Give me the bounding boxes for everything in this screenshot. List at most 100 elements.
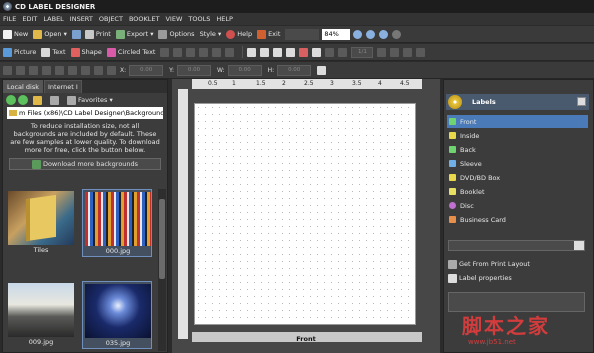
label-item-back[interactable]: Back: [447, 143, 588, 156]
tab-internet[interactable]: Internet I: [44, 80, 82, 93]
label-properties-button[interactable]: Label properties: [448, 272, 512, 284]
zoom-out-icon[interactable]: [366, 29, 376, 39]
zoom-actual-icon[interactable]: [392, 29, 402, 39]
shape-button[interactable]: Shape: [70, 47, 102, 57]
menu-help[interactable]: HELP: [216, 15, 233, 23]
page-indicator[interactable]: 1/1: [351, 46, 374, 58]
forward-icon[interactable]: [18, 95, 28, 105]
thumbnail-tiles[interactable]: Tiles: [6, 189, 76, 257]
copy-icon[interactable]: [173, 47, 183, 57]
redo-icon[interactable]: [416, 47, 426, 57]
align-left-icon[interactable]: [42, 65, 51, 75]
lock-icon[interactable]: [81, 65, 90, 75]
help-button[interactable]: Help: [226, 29, 252, 39]
align-icon[interactable]: [273, 47, 283, 57]
y-input[interactable]: 0.00: [177, 64, 212, 76]
menu-insert[interactable]: INSERT: [70, 15, 93, 23]
save-icon[interactable]: [71, 29, 81, 39]
open-button[interactable]: Open ▾: [33, 29, 67, 39]
cut-icon[interactable]: [160, 47, 170, 57]
menu-booklet[interactable]: BOOKLET: [129, 15, 160, 23]
menu-label[interactable]: LABEL: [43, 15, 63, 23]
zoom-in-icon[interactable]: [353, 29, 363, 39]
menu-edit[interactable]: EDIT: [22, 15, 37, 23]
disc-icon: [449, 202, 456, 209]
align-center-icon[interactable]: [55, 65, 64, 75]
label-item-inside[interactable]: Inside: [447, 129, 588, 142]
bring-front-icon[interactable]: [212, 47, 222, 57]
menu-view[interactable]: VIEW: [165, 15, 182, 23]
x-input[interactable]: 0.00: [129, 64, 164, 76]
preview-icon[interactable]: [312, 47, 322, 57]
booklet-icon: [449, 188, 456, 195]
tab-local-disk[interactable]: Local disk: [3, 80, 43, 93]
get-from-print-layout-button[interactable]: Get From Print Layout: [448, 258, 530, 270]
picture-button[interactable]: Picture: [3, 47, 36, 57]
font-size-input[interactable]: [285, 28, 320, 40]
menu-file[interactable]: FILE: [3, 15, 16, 23]
style-button[interactable]: Style ▾: [200, 30, 222, 38]
inside-icon: [449, 132, 456, 139]
options-button[interactable]: Options: [158, 29, 195, 39]
prev-page-icon[interactable]: [338, 47, 348, 57]
chevron-down-icon: [574, 241, 584, 250]
view-mode-icon[interactable]: [50, 95, 59, 105]
undo-icon[interactable]: [403, 47, 413, 57]
exit-button[interactable]: Exit: [257, 29, 280, 39]
flip-icon[interactable]: [94, 65, 103, 75]
front-icon: [449, 118, 456, 125]
thumbnail-035[interactable]: 035.jpg: [82, 281, 152, 349]
circled-text-button[interactable]: Circled Text: [106, 47, 155, 57]
download-more-backgrounds-button[interactable]: Download more backgrounds: [9, 158, 161, 170]
delete-icon[interactable]: [199, 47, 209, 57]
w-input[interactable]: 0.00: [227, 64, 262, 76]
next-page-icon[interactable]: [377, 47, 387, 57]
menu-object[interactable]: OBJECT: [99, 15, 123, 23]
properties-select[interactable]: [448, 292, 585, 312]
new-button[interactable]: New: [3, 29, 28, 39]
thumbnail-scrollbar[interactable]: [158, 189, 166, 351]
watermark: 脚本之家 www.jb51.net: [462, 310, 592, 350]
x-label: X:: [120, 66, 127, 74]
collapse-icon[interactable]: [577, 97, 586, 106]
folder-up-icon[interactable]: [33, 95, 42, 105]
h-input[interactable]: 0.00: [277, 64, 312, 76]
effects-icon[interactable]: [299, 47, 309, 57]
scrollbar-thumb[interactable]: [159, 199, 165, 279]
label-item-dvd-box[interactable]: DVD/BD Box: [447, 171, 588, 184]
label-item-business-card[interactable]: Business Card: [447, 213, 588, 226]
label-template-select[interactable]: [448, 240, 585, 251]
paste-icon[interactable]: [186, 47, 196, 57]
layout-icon[interactable]: [247, 47, 257, 57]
text-button[interactable]: Text: [41, 47, 66, 57]
thumbnail-009[interactable]: 009.jpg: [6, 281, 76, 349]
path-input[interactable]: m Files (x86)\CD Label Designer\Backgrou…: [7, 107, 163, 119]
lock-ratio-icon[interactable]: [317, 65, 327, 75]
align-right-icon[interactable]: [68, 65, 77, 75]
send-back-icon[interactable]: [225, 47, 235, 57]
menu-tools[interactable]: TOOLS: [188, 15, 210, 23]
last-page-icon[interactable]: [390, 47, 400, 57]
print-button[interactable]: Print: [84, 29, 111, 39]
distribute-icon[interactable]: [286, 47, 296, 57]
first-page-icon[interactable]: [325, 47, 335, 57]
label-item-front[interactable]: Front: [447, 115, 588, 128]
thumbnail-000[interactable]: 000.jpg: [82, 189, 152, 257]
zoom-input[interactable]: 84%: [322, 28, 351, 40]
back-icon: [449, 146, 456, 153]
underline-icon[interactable]: [29, 65, 38, 75]
back-icon[interactable]: [6, 95, 16, 105]
label-item-sleeve[interactable]: Sleeve: [447, 157, 588, 170]
label-item-disc[interactable]: Disc: [447, 199, 588, 212]
zoom-fit-icon[interactable]: [379, 29, 389, 39]
grid-icon[interactable]: [260, 47, 270, 57]
italic-icon[interactable]: [16, 65, 25, 75]
label-item-booklet[interactable]: Booklet: [447, 185, 588, 198]
label-canvas[interactable]: [194, 103, 416, 325]
rotate-icon[interactable]: [107, 65, 116, 75]
thumbnail-caption: 000.jpg: [105, 247, 131, 255]
export-button[interactable]: Export ▾: [115, 29, 153, 39]
bold-icon[interactable]: [3, 65, 12, 75]
favorites-button[interactable]: Favorites ▾: [67, 95, 113, 105]
w-label: W:: [217, 66, 225, 74]
